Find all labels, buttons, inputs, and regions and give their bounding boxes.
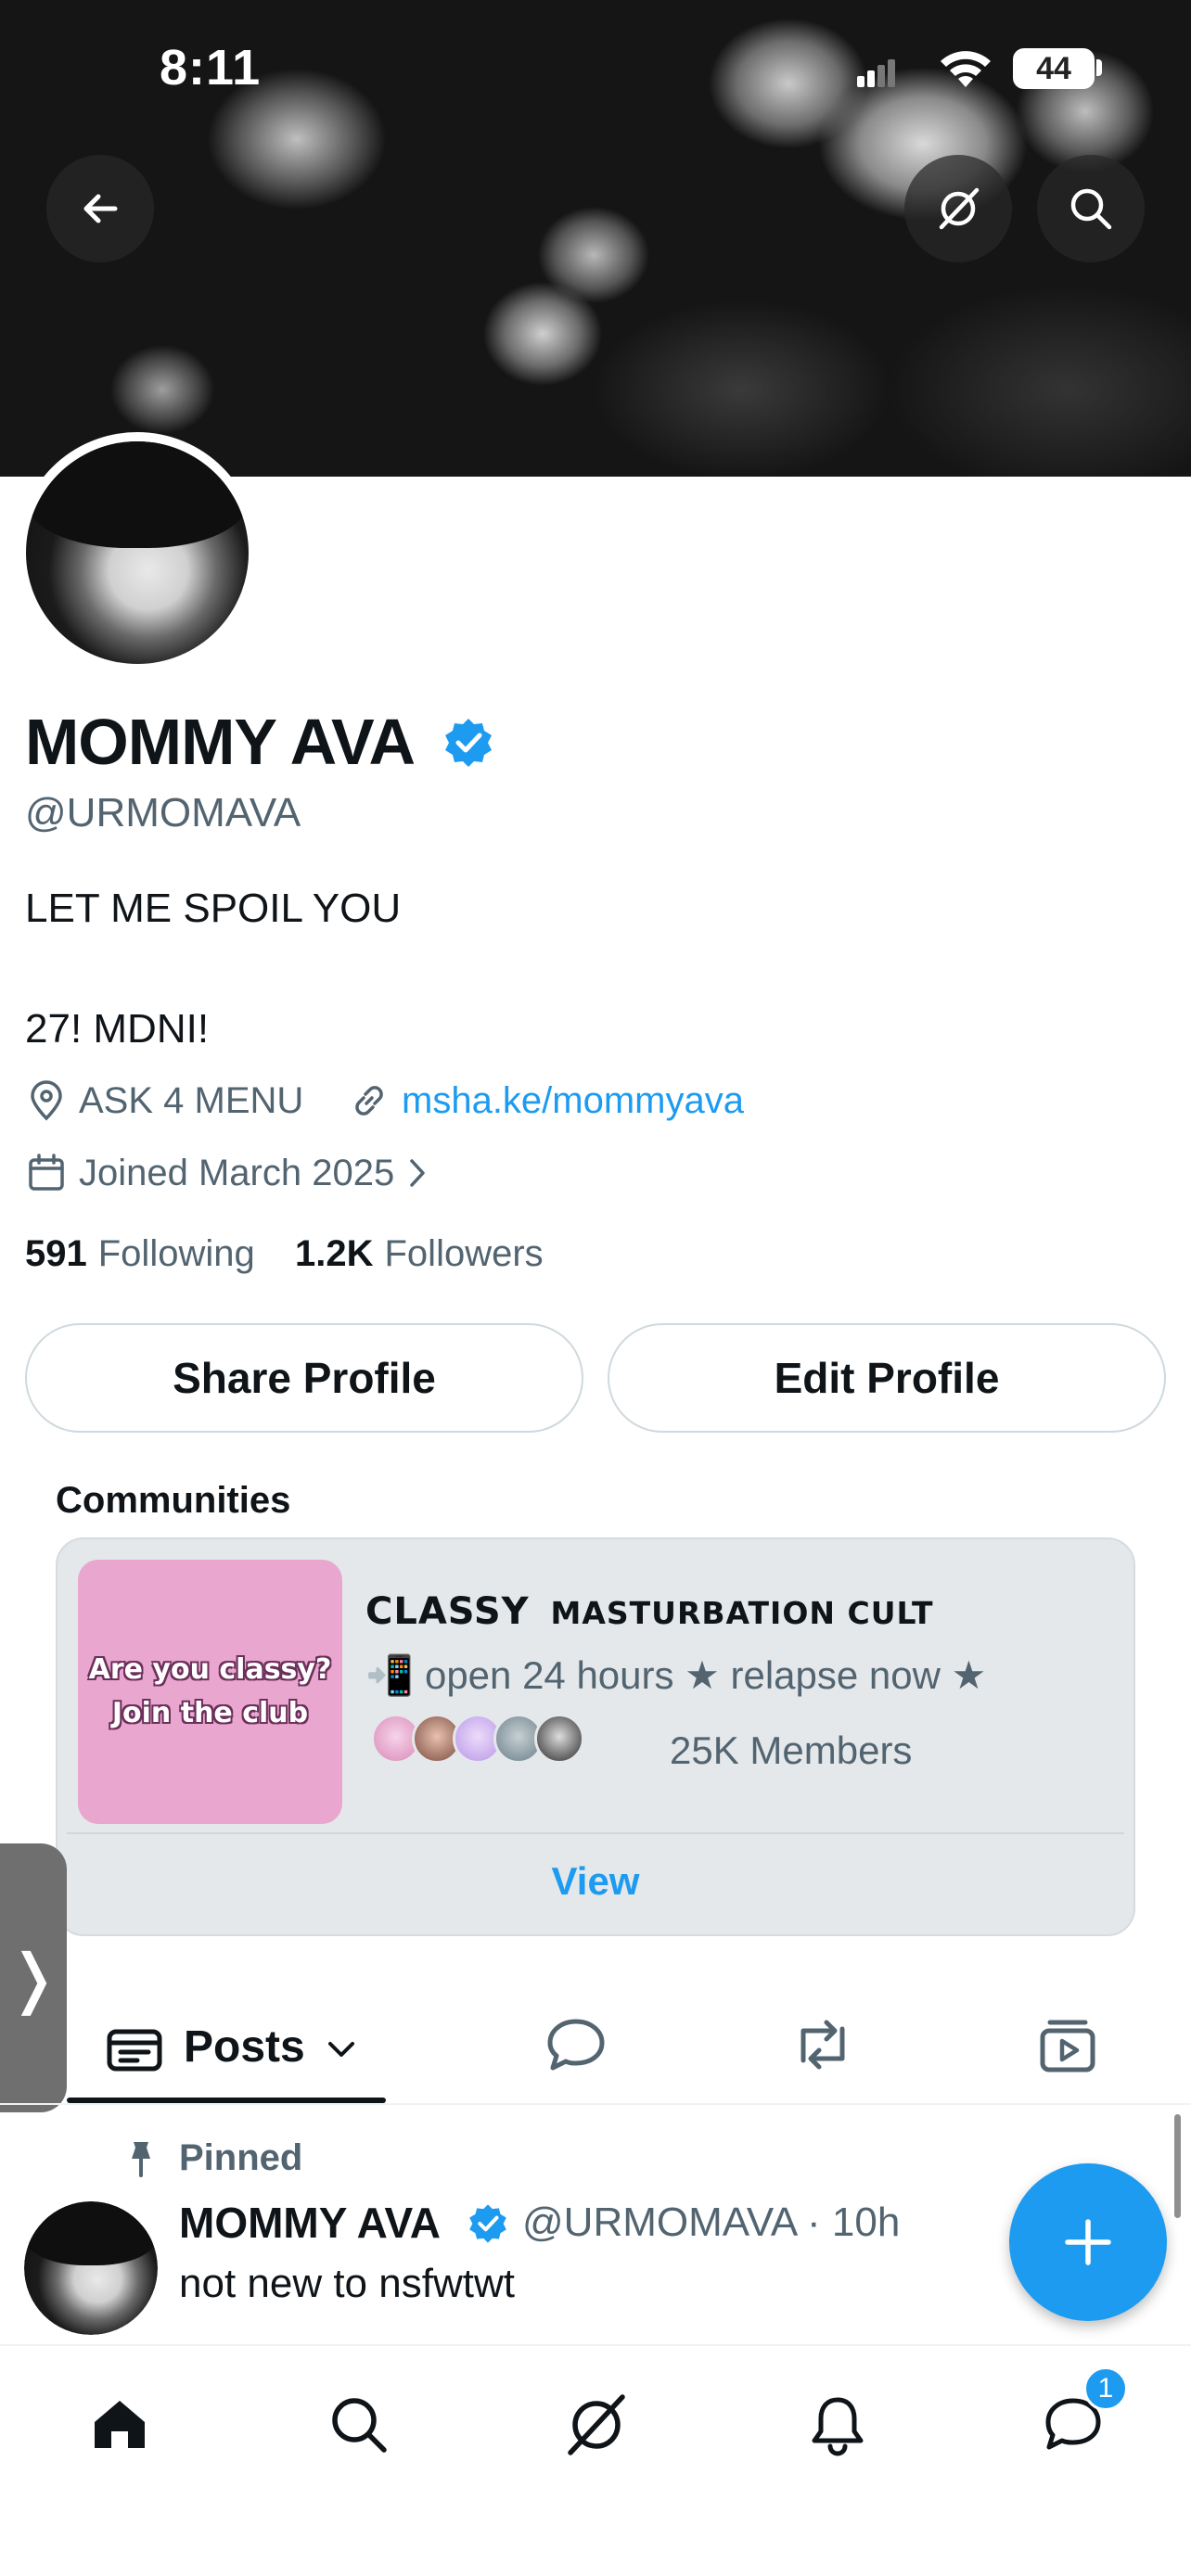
search-icon: [332, 2398, 387, 2453]
location-pin-icon: [31, 1080, 62, 1121]
wifi-icon: [941, 51, 991, 87]
profile-link[interactable]: msha.ke/mommyava: [402, 1080, 744, 1122]
share-profile-button[interactable]: Share Profile: [25, 1323, 583, 1433]
battery-nub: [1096, 59, 1102, 76]
nav-grok[interactable]: [555, 2383, 638, 2467]
status-time: 8:11: [160, 40, 262, 96]
following-stat[interactable]: 591 Following: [25, 1233, 255, 1275]
search-button[interactable]: [1037, 155, 1145, 262]
bottom-nav: [0, 2344, 1191, 2576]
scrollbar[interactable]: [1174, 2114, 1181, 2218]
post-meta: @URMOMAVA · 10h: [522, 2200, 901, 2245]
chevron-right-icon: [410, 1159, 425, 1187]
community-description: 📲 open 24 hours ★ relapse now ★: [365, 1653, 987, 1697]
grok-icon: [939, 187, 980, 230]
followers-label: Followers: [384, 1233, 544, 1274]
link-icon: [355, 1086, 383, 1116]
back-button[interactable]: [46, 155, 154, 262]
post-avatar-image: [24, 2201, 158, 2335]
profile-name: MOMMY AVA: [25, 706, 416, 778]
home-icon: [95, 2401, 145, 2448]
messages-badge: 1: [1083, 2366, 1128, 2411]
following-label: Following: [97, 1233, 255, 1274]
member-avatars: [371, 1714, 584, 1764]
nav-explore[interactable]: [317, 2383, 401, 2467]
tab-media[interactable]: [1035, 2012, 1100, 2077]
verified-badge-icon[interactable]: [442, 716, 495, 770]
thumbnail-line-2: Join the club: [111, 1696, 309, 1729]
tabs-divider: [0, 2103, 1191, 2105]
tab-replies[interactable]: [544, 2012, 608, 2077]
chevron-down-icon[interactable]: [325, 2033, 358, 2066]
communities-heading: Communities: [56, 1480, 291, 1521]
bell-icon: [812, 2397, 864, 2456]
location-text: ASK 4 MENU: [79, 1079, 304, 1121]
side-panel-handle[interactable]: ❭: [0, 1843, 67, 2112]
grok-button[interactable]: [904, 155, 1012, 262]
followers-stat[interactable]: 1.2K Followers: [295, 1233, 544, 1275]
avatar-image: [26, 441, 249, 664]
post-author-avatar[interactable]: [24, 2201, 158, 2335]
community-name-big: CLASSY: [365, 1590, 530, 1633]
member-avatar: [534, 1714, 584, 1764]
joined-row[interactable]: Joined March 2025: [25, 1152, 428, 1194]
community-name-small: MASTURBATION CULT: [550, 1595, 934, 1631]
post-verified-icon: [469, 2204, 506, 2243]
community-members-count: 25K Members: [670, 1728, 913, 1772]
arrow-left-icon: [83, 194, 118, 223]
calendar-icon: [29, 1154, 64, 1191]
search-icon: [1070, 188, 1112, 230]
post-author-name[interactable]: MOMMY AVA: [179, 2198, 441, 2248]
feed-icon: [107, 2029, 162, 2072]
battery-indicator: 44: [1013, 48, 1095, 89]
community-divider: [67, 1832, 1124, 1834]
link-row[interactable]: msha.ke/mommyava: [348, 1079, 744, 1122]
edit-profile-button[interactable]: Edit Profile: [608, 1323, 1166, 1433]
followers-count: 1.2K: [295, 1233, 374, 1274]
tab-reposts[interactable]: [788, 2012, 857, 2077]
pin-icon: [132, 2142, 150, 2177]
community-name[interactable]: CLASSY MASTURBATION CULT: [365, 1590, 934, 1633]
bio-line-2: 27! MDNI!: [25, 1006, 210, 1052]
grok-icon: [568, 2394, 625, 2455]
thumbnail-line-1: Are you classy?: [88, 1653, 332, 1686]
pinned-label: Pinned: [179, 2137, 303, 2178]
community-view-button[interactable]: View: [519, 1859, 672, 1904]
plus-icon: [1065, 2219, 1111, 2265]
community-thumbnail[interactable]: Are you classy? Join the club: [78, 1560, 342, 1824]
tab-posts[interactable]: Posts: [184, 2021, 305, 2072]
nav-home[interactable]: [78, 2383, 161, 2467]
compose-post-button[interactable]: [1009, 2163, 1167, 2321]
signal-icon: [857, 59, 895, 87]
following-count: 591: [25, 1233, 87, 1274]
post-text: not new to nsfwtwt: [179, 2261, 515, 2306]
joined-date: Joined March 2025: [79, 1152, 395, 1193]
nav-notifications[interactable]: [796, 2383, 879, 2467]
posts-tab-icon: [104, 2019, 165, 2080]
profile-handle: @URMOMAVA: [25, 790, 301, 835]
bio-line-1: LET ME SPOIL YOU: [25, 886, 402, 931]
location-row: ASK 4 MENU: [25, 1079, 303, 1122]
profile-avatar[interactable]: [17, 432, 258, 673]
